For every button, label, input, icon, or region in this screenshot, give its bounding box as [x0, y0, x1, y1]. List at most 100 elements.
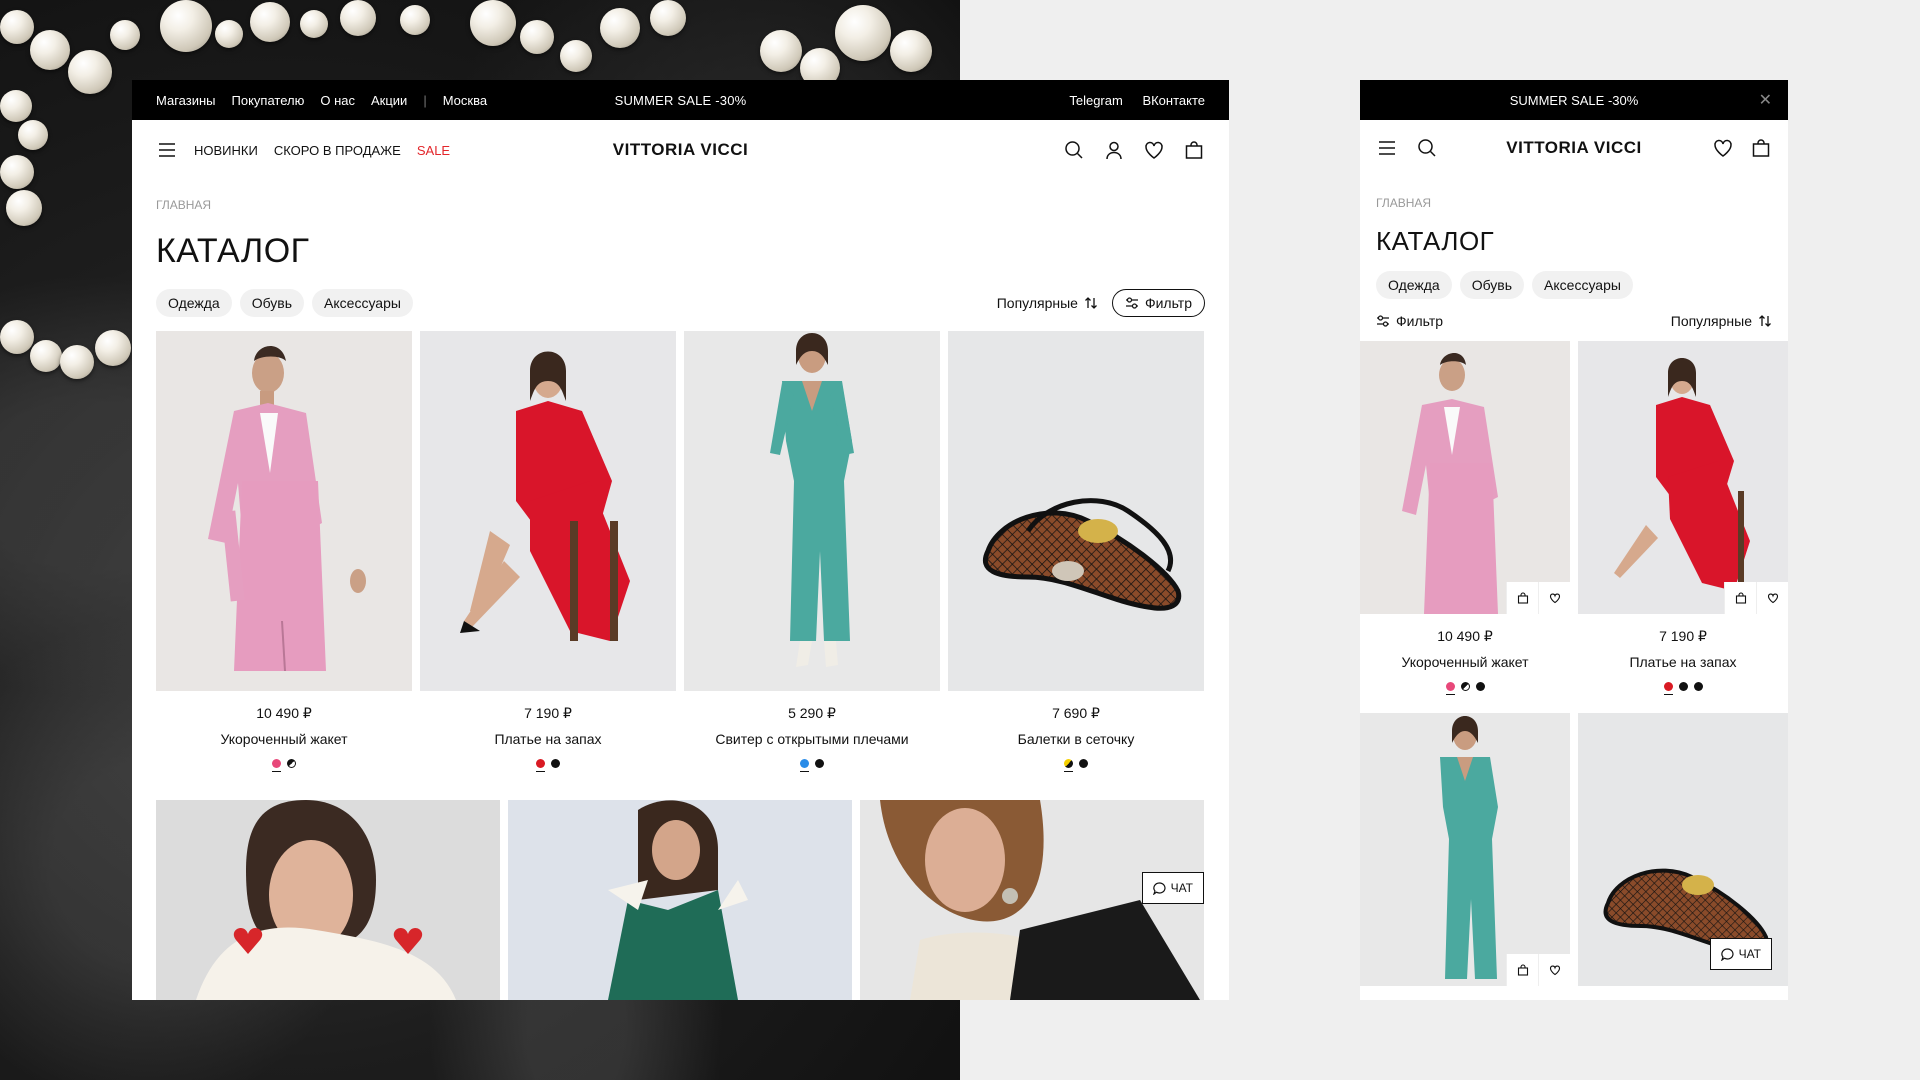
filter-button[interactable]: Фильтр	[1376, 313, 1443, 329]
product-name[interactable]: Свитер с открытыми плечами	[684, 731, 940, 747]
promo-banner[interactable]: SUMMER SALE -30%	[615, 93, 747, 108]
product-photo-dress[interactable]	[420, 331, 676, 691]
divider: |	[423, 92, 427, 108]
color-swatch-red[interactable]	[536, 759, 545, 772]
product-photo-knit-dress[interactable]	[684, 331, 940, 691]
product-photo-dress[interactable]	[1578, 341, 1788, 614]
product-card[interactable]: 7 190 ₽ Платье на запах	[420, 331, 676, 772]
color-swatch-pink[interactable]	[1445, 682, 1455, 695]
category-chip-accessories[interactable]: Аксессуары	[312, 289, 413, 317]
product-photo-jacket[interactable]	[1360, 341, 1570, 614]
promo-row: ЧАТ	[132, 800, 1229, 1000]
wishlist-icon[interactable]	[1712, 137, 1734, 159]
chat-bubble-icon	[1720, 947, 1734, 961]
search-icon[interactable]	[1416, 137, 1438, 159]
product-name[interactable]: Балетки в сеточку	[948, 731, 1204, 747]
category-chip-clothing[interactable]: Одежда	[156, 289, 232, 317]
product-photo-jacket[interactable]	[156, 331, 412, 691]
chat-label: ЧАТ	[1170, 881, 1193, 895]
sort-dropdown[interactable]: Популярные	[997, 295, 1098, 311]
filter-button[interactable]: Фильтр	[1111, 289, 1205, 317]
color-swatch-black[interactable]	[551, 759, 560, 768]
color-swatch-black-yellow[interactable]	[1064, 759, 1073, 772]
color-swatch-black[interactable]	[1693, 682, 1703, 691]
link-vkontakte[interactable]: ВКонтакте	[1142, 93, 1205, 108]
product-name[interactable]: Укороченный жакет	[156, 731, 412, 747]
filter-label: Фильтр	[1396, 313, 1444, 329]
link-customers[interactable]: Покупателю	[232, 93, 305, 108]
color-swatch-black[interactable]	[1079, 759, 1088, 768]
city-selector[interactable]: Москва	[443, 93, 487, 108]
color-swatch-black[interactable]	[1475, 682, 1485, 691]
color-swatch-red[interactable]	[1663, 682, 1673, 695]
search-icon[interactable]	[1063, 139, 1085, 161]
desktop-window: Магазины Покупателю О нас Акции | Москва…	[132, 80, 1229, 1000]
page-title: КАТАЛОГ	[1376, 226, 1495, 256]
sort-label: Популярные	[1670, 313, 1752, 329]
sort-arrows-icon	[1759, 315, 1771, 327]
close-icon[interactable]: ✕	[1759, 90, 1772, 110]
product-name[interactable]: Платье на запах	[1578, 654, 1788, 670]
chat-bubble-icon	[1152, 881, 1166, 895]
link-about[interactable]: О нас	[320, 93, 355, 108]
add-to-wishlist-icon[interactable]	[1538, 582, 1570, 614]
color-swatch-black-white[interactable]	[1460, 682, 1470, 691]
product-card[interactable]: 5 290 ₽ Свитер с открытыми плечами	[684, 331, 940, 772]
product-price: 5 290 ₽	[788, 705, 836, 721]
nav-new[interactable]: НОВИНКИ	[194, 143, 258, 158]
breadcrumb[interactable]: ГЛАВНАЯ	[132, 198, 1229, 212]
brand-logo[interactable]: VITTORIA VICCI	[1506, 138, 1641, 158]
product-photo-flats[interactable]	[948, 331, 1204, 691]
product-card[interactable]: ЧАТ	[1578, 713, 1788, 986]
promo-tile-hearts-sweater[interactable]	[156, 800, 500, 1000]
category-chip-shoes[interactable]: Обувь	[1459, 271, 1525, 299]
link-telegram[interactable]: Telegram	[1069, 93, 1122, 108]
color-swatch-blue[interactable]	[800, 759, 809, 772]
cart-icon[interactable]	[1750, 137, 1772, 159]
sort-dropdown[interactable]: Популярные	[1671, 313, 1772, 329]
account-icon[interactable]	[1103, 139, 1125, 161]
category-chip-accessories[interactable]: Аксессуары	[1532, 271, 1633, 299]
promo-tile-green-dress[interactable]	[508, 800, 852, 1000]
add-to-wishlist-icon[interactable]	[1538, 954, 1570, 986]
nav-sale[interactable]: SALE	[417, 143, 450, 158]
product-price: 7 190 ₽	[524, 705, 572, 721]
breadcrumb[interactable]: ГЛАВНАЯ	[1360, 196, 1788, 210]
product-card[interactable]: 7 690 ₽ Балетки в сеточку	[948, 331, 1204, 772]
chat-button[interactable]: ЧАТ	[1709, 938, 1772, 970]
color-swatch-black[interactable]	[1678, 682, 1688, 691]
wishlist-icon[interactable]	[1143, 139, 1165, 161]
add-to-cart-icon[interactable]	[1506, 582, 1538, 614]
filter-label: Фильтр	[1144, 295, 1192, 311]
add-to-wishlist-icon[interactable]	[1756, 582, 1788, 614]
nav-coming-soon[interactable]: СКОРО В ПРОДАЖЕ	[274, 143, 401, 158]
chat-button[interactable]: ЧАТ	[1141, 872, 1204, 904]
product-photo-knit-dress[interactable]	[1360, 713, 1570, 986]
mobile-promo-banner[interactable]: SUMMER SALE -30%	[1510, 93, 1639, 108]
category-chip-clothing[interactable]: Одежда	[1376, 271, 1452, 299]
product-card[interactable]: 7 190 ₽ Платье на запах	[1578, 341, 1788, 695]
mobile-controls: Фильтр Популярные	[1360, 313, 1788, 329]
menu-icon[interactable]	[1376, 137, 1398, 159]
product-card[interactable]	[1360, 713, 1570, 986]
color-swatch-pink[interactable]	[272, 759, 281, 772]
color-swatch-black-white[interactable]	[287, 759, 296, 768]
promo-tile-leather-jacket[interactable]: ЧАТ	[860, 800, 1204, 1000]
product-name[interactable]: Укороченный жакет	[1360, 654, 1570, 670]
product-name[interactable]: Платье на запах	[420, 731, 676, 747]
mobile-product-grid-row2: ЧАТ	[1360, 713, 1788, 986]
mobile-window: SUMMER SALE -30% ✕ VITTORIA VICCI ГЛАВНА…	[1360, 80, 1788, 1000]
product-card[interactable]: 10 490 ₽ Укороченный жакет	[1360, 341, 1570, 695]
link-stores[interactable]: Магазины	[156, 93, 216, 108]
add-to-cart-icon[interactable]	[1724, 582, 1756, 614]
product-card[interactable]: 10 490 ₽ Укороченный жакет	[156, 331, 412, 772]
color-swatch-black[interactable]	[815, 759, 824, 768]
menu-icon[interactable]	[156, 139, 178, 161]
cart-icon[interactable]	[1183, 139, 1205, 161]
brand-logo[interactable]: VITTORIA VICCI	[613, 140, 748, 160]
product-photo-flats[interactable]: ЧАТ	[1578, 713, 1788, 986]
product-grid: 10 490 ₽ Укороченный жакет 7 190 ₽ Плать…	[132, 331, 1229, 772]
add-to-cart-icon[interactable]	[1506, 954, 1538, 986]
category-chip-shoes[interactable]: Обувь	[239, 289, 305, 317]
link-promotions[interactable]: Акции	[371, 93, 407, 108]
